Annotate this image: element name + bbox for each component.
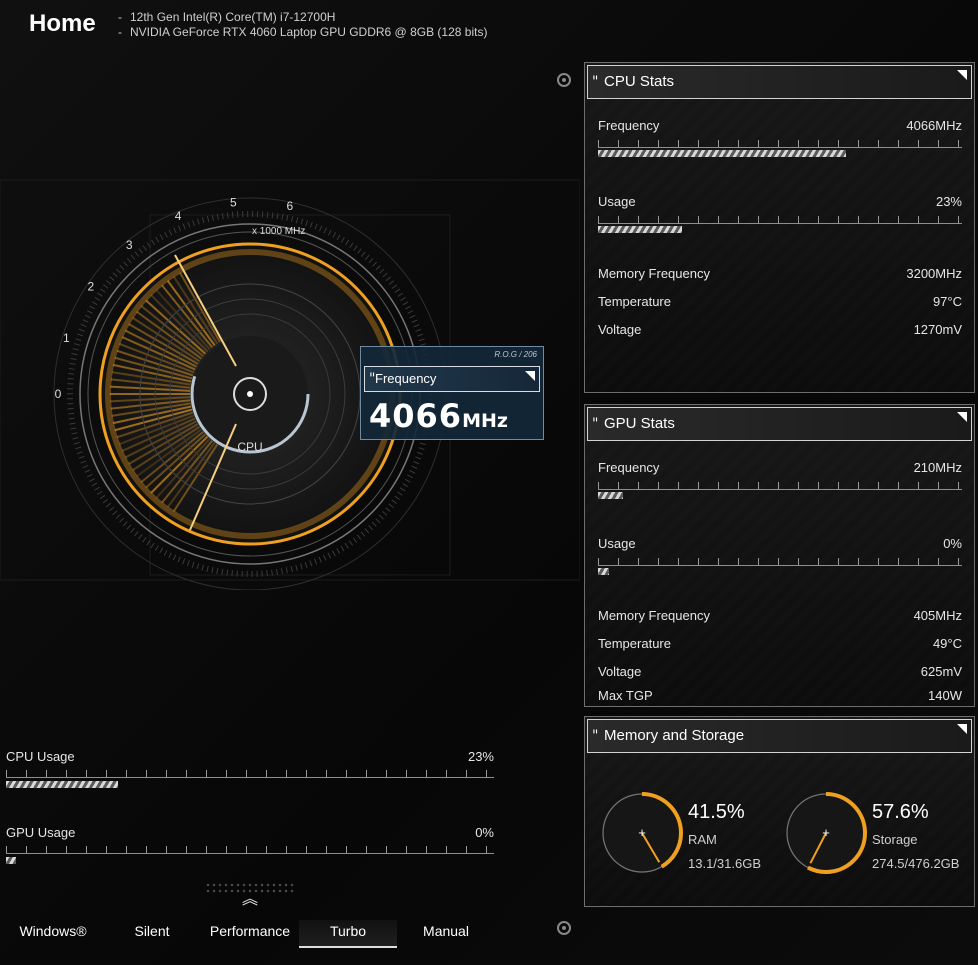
quote-mark-icon: ": [592, 408, 598, 440]
corner-icon: [957, 70, 967, 80]
gauge-scale-label: 3: [126, 238, 133, 252]
settings-gear-icon[interactable]: [557, 73, 571, 87]
cpu-usage-value: 23%: [468, 749, 494, 764]
gpu-temperature-row: Temperature 49°C: [598, 636, 962, 651]
gauge-scale-label: 5: [230, 196, 237, 210]
cpu-usage-row: Usage 23%: [598, 194, 962, 209]
gpu-usage-stat-ticks: [598, 558, 962, 566]
gpu-frequency-row: Frequency 210MHz: [598, 460, 962, 475]
quote-mark-icon: ": [369, 367, 375, 391]
ring-center-plus-icon: +: [638, 825, 646, 840]
expand-chevron-icon[interactable]: ︽: [240, 885, 260, 905]
gpu-stats-title: " GPU Stats: [587, 407, 972, 441]
gpu-usage-row: Usage 0%: [598, 536, 962, 551]
storage-label: Storage: [872, 832, 918, 847]
cpu-stats-panel: " CPU Stats Frequency 4066MHz Usage 23% Me…: [584, 62, 975, 393]
storage-usage: + 57.6% Storage 274.5/476.2GB: [784, 777, 964, 897]
gpu-stats-panel: " GPU Stats Frequency 210MHz Usage 0% Memo…: [584, 404, 975, 707]
cpu-stats-title: " CPU Stats: [587, 65, 972, 99]
gpu-usage-meter: GPU Usage 0%: [6, 825, 494, 864]
gpu-voltage-row: Voltage 625mV: [598, 664, 962, 679]
storage-detail: 274.5/476.2GB: [872, 856, 959, 871]
gauge-scale-label: 2: [87, 280, 94, 294]
cpu-frequency-ticks: [598, 140, 962, 148]
gauge-label: CPU: [237, 440, 262, 454]
cpu-usage-label: CPU Usage: [6, 749, 75, 764]
gpu-usage-stat-bar: [598, 568, 609, 575]
gauge-scale-label: 6: [287, 199, 294, 213]
mode-windows[interactable]: Windows®: [10, 920, 96, 946]
gauge-scale-label: 1: [63, 331, 70, 345]
gpu-frequency-bar: [598, 492, 623, 499]
mode-turbo[interactable]: Turbo: [299, 920, 397, 948]
mode-manual[interactable]: Manual: [406, 920, 486, 946]
gauge-unit-label: x 1000 MHz: [252, 226, 305, 237]
gpu-usage-bar: [6, 857, 16, 864]
cpu-voltage-row: Voltage 1270mV: [598, 322, 962, 337]
ram-detail: 13.1/31.6GB: [688, 856, 761, 871]
gpu-max-tgp-row: Max TGP 140W: [598, 688, 962, 703]
cpu-usage-stat-bar: [598, 226, 682, 233]
frequency-panel-title: " Frequency: [364, 366, 540, 392]
cpu-frequency-bar: [598, 150, 846, 157]
gpu-frequency-ticks: [598, 482, 962, 490]
ram-percent: 41.5%: [688, 801, 745, 824]
gauge-scale-label: 0: [55, 387, 62, 401]
cpu-frequency-row: Frequency 4066MHz: [598, 118, 962, 133]
quote-mark-icon: ": [592, 720, 598, 752]
storage-percent: 57.6%: [872, 801, 929, 824]
cpu-usage-ticks: [6, 770, 494, 778]
cpu-temperature-row: Temperature 97°C: [598, 294, 962, 309]
cpu-name: 12th Gen Intel(R) Core(TM) i7-12700H: [118, 10, 487, 25]
gpu-usage-value: 0%: [475, 825, 494, 840]
storage-ring-gauge: +: [784, 777, 868, 889]
corner-icon: [525, 371, 535, 381]
gauge-scale-label: 4: [175, 209, 182, 223]
ram-label: RAM: [688, 832, 717, 847]
corner-icon: [957, 412, 967, 422]
frequency-value: 4066MHz: [369, 397, 508, 435]
cpu-memory-frequency-row: Memory Frequency 3200MHz: [598, 266, 962, 281]
system-info: 12th Gen Intel(R) Core(TM) i7-12700H NVI…: [118, 10, 487, 40]
mode-selector: Windows® Silent Performance Turbo Manual: [0, 920, 500, 950]
model-tag: R.O.G / 206: [494, 350, 537, 359]
settings-gear-icon-bottom[interactable]: [557, 921, 571, 935]
gpu-usage-ticks: [6, 846, 494, 854]
cpu-usage-stat-ticks: [598, 216, 962, 224]
mode-silent[interactable]: Silent: [112, 920, 192, 946]
ring-center-plus-icon: +: [822, 825, 830, 840]
mode-performance[interactable]: Performance: [202, 920, 298, 946]
cpu-usage-bar: [6, 781, 118, 788]
gpu-usage-label: GPU Usage: [6, 825, 75, 840]
memory-storage-panel: " Memory and Storage + 41.5% RAM 13.1/31…: [584, 716, 975, 907]
corner-icon: [957, 724, 967, 734]
memory-storage-title: " Memory and Storage: [587, 719, 972, 753]
page-title: Home: [29, 10, 96, 38]
cpu-usage-meter: CPU Usage 23%: [6, 749, 494, 788]
ram-ring-gauge: +: [600, 777, 684, 889]
gpu-name: NVIDIA GeForce RTX 4060 Laptop GPU GDDR6…: [118, 25, 487, 40]
frequency-panel: R.O.G / 206 " Frequency 4066MHz: [360, 346, 544, 440]
ram-usage: + 41.5% RAM 13.1/31.6GB: [600, 777, 780, 897]
gpu-memory-frequency-row: Memory Frequency 405MHz: [598, 608, 962, 623]
quote-mark-icon: ": [592, 66, 598, 98]
